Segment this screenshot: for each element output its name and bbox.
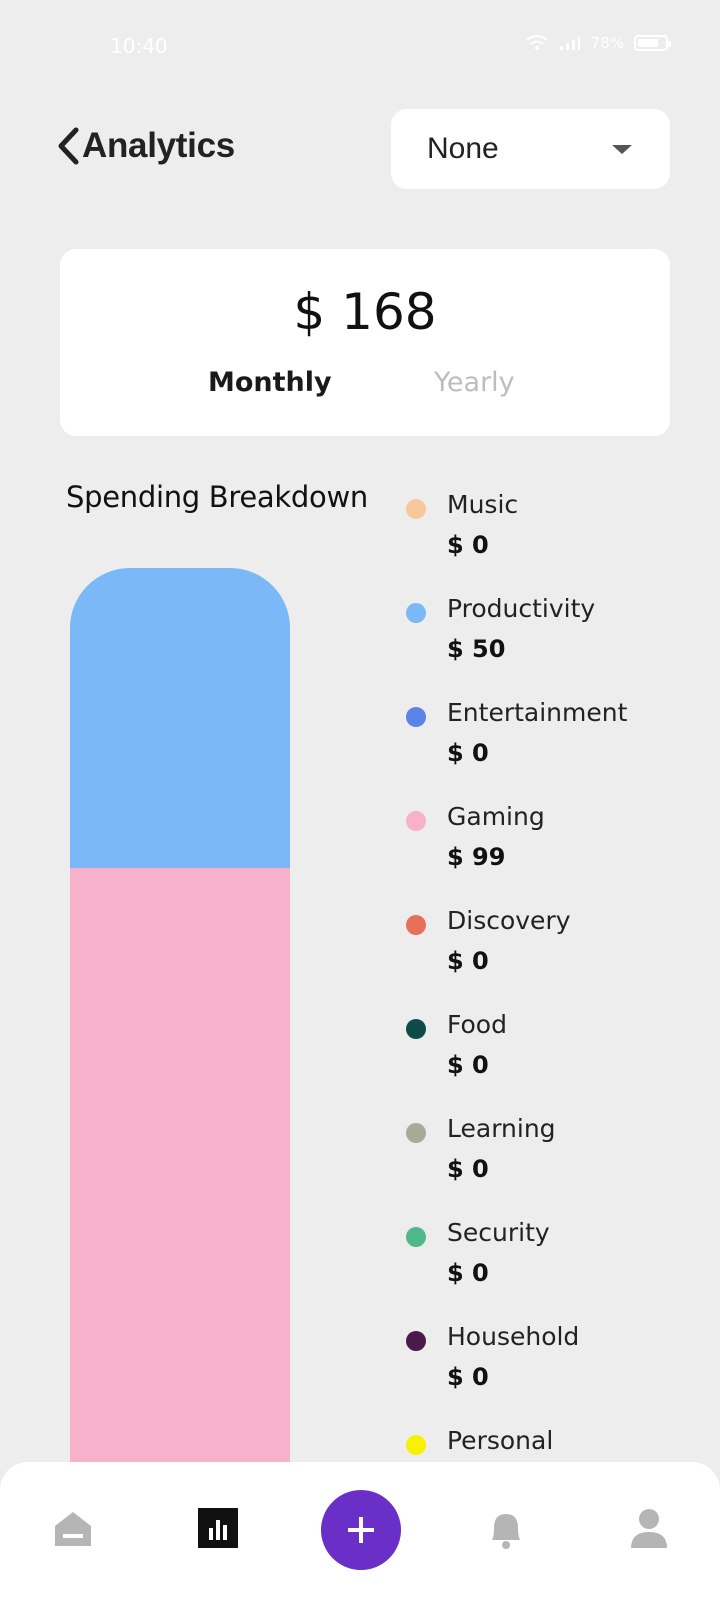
- profile-icon: [631, 1509, 667, 1548]
- legend-amount: $ 0: [447, 1259, 489, 1287]
- battery-icon: [634, 35, 671, 51]
- signal-icon: [559, 37, 580, 50]
- legend-item: Productivity $ 50: [406, 594, 706, 700]
- legend-amount: $ 0: [447, 1051, 489, 1079]
- legend-item: Security $ 0: [406, 1218, 706, 1324]
- legend-item: Household $ 0: [406, 1322, 706, 1428]
- legend-item: Gaming $ 99: [406, 802, 706, 908]
- legend-amount: $ 0: [447, 947, 489, 975]
- battery-level: [638, 39, 659, 47]
- nav-home[interactable]: [51, 1506, 95, 1550]
- home-icon: [55, 1512, 91, 1546]
- legend-label: Entertainment: [447, 698, 628, 727]
- analytics-icon: [198, 1508, 238, 1548]
- legend-color-dot: [406, 707, 426, 727]
- nav-analytics[interactable]: [196, 1506, 240, 1550]
- legend-color-dot: [406, 1019, 426, 1039]
- battery-percent: 78%: [590, 34, 624, 52]
- legend-color-dot: [406, 1123, 426, 1143]
- dropdown-value: None: [427, 132, 499, 165]
- legend-item: Music $ 0: [406, 490, 706, 596]
- legend-item: Discovery $ 0: [406, 906, 706, 1012]
- legend-amount: $ 0: [447, 1363, 489, 1391]
- legend-color-dot: [406, 1227, 426, 1247]
- total-spend-card: $ 168 Monthly Yearly: [60, 249, 670, 436]
- legend-amount: $ 0: [447, 531, 489, 559]
- legend-label: Discovery: [447, 906, 571, 935]
- tab-yearly[interactable]: Yearly: [434, 367, 515, 398]
- page-title: Analytics: [82, 126, 235, 165]
- legend-color-dot: [406, 811, 426, 831]
- legend-label: Personal: [447, 1426, 554, 1455]
- legend-amount: $ 99: [447, 843, 506, 871]
- caret-down-icon: [612, 145, 632, 154]
- status-icons: 78%: [525, 34, 671, 52]
- legend-color-dot: [406, 603, 426, 623]
- add-button[interactable]: [321, 1490, 401, 1570]
- wifi-icon: [526, 35, 548, 50]
- nav-profile[interactable]: [627, 1506, 671, 1550]
- bottom-navigation: [0, 1462, 720, 1599]
- chevron-left-icon[interactable]: [56, 126, 80, 166]
- legend-label: Security: [447, 1218, 550, 1247]
- legend-label: Gaming: [447, 802, 545, 831]
- bar-segment-productivity: [70, 568, 290, 868]
- legend-color-dot: [406, 1331, 426, 1351]
- legend-label: Learning: [447, 1114, 556, 1143]
- tab-monthly[interactable]: Monthly: [208, 367, 332, 398]
- add-icon: [348, 1517, 374, 1543]
- legend-item: Food $ 0: [406, 1010, 706, 1116]
- legend-color-dot: [406, 915, 426, 935]
- legend-label: Music: [447, 490, 519, 519]
- spending-bar-chart: [70, 568, 290, 1462]
- legend-amount: $ 50: [447, 635, 506, 663]
- bell-icon: [492, 1514, 520, 1549]
- legend-item: Entertainment $ 0: [406, 698, 706, 804]
- legend-label: Food: [447, 1010, 507, 1039]
- legend-amount: $ 0: [447, 739, 489, 767]
- total-amount: $ 168: [293, 283, 437, 341]
- status-bar: 10:40 78%: [0, 0, 720, 90]
- legend-color-dot: [406, 499, 426, 519]
- legend-item: Learning $ 0: [406, 1114, 706, 1220]
- bar-segment-gaming: [70, 868, 290, 1462]
- legend-label: Household: [447, 1322, 580, 1351]
- status-time: 10:40: [110, 34, 168, 58]
- legend-label: Productivity: [447, 594, 596, 623]
- page-header: Analytics: [56, 126, 235, 166]
- section-title: Spending Breakdown: [66, 480, 368, 514]
- legend-amount: $ 0: [447, 1155, 489, 1183]
- nav-notifications[interactable]: [484, 1506, 528, 1550]
- legend-color-dot: [406, 1435, 426, 1455]
- category-filter-dropdown[interactable]: None: [391, 109, 670, 189]
